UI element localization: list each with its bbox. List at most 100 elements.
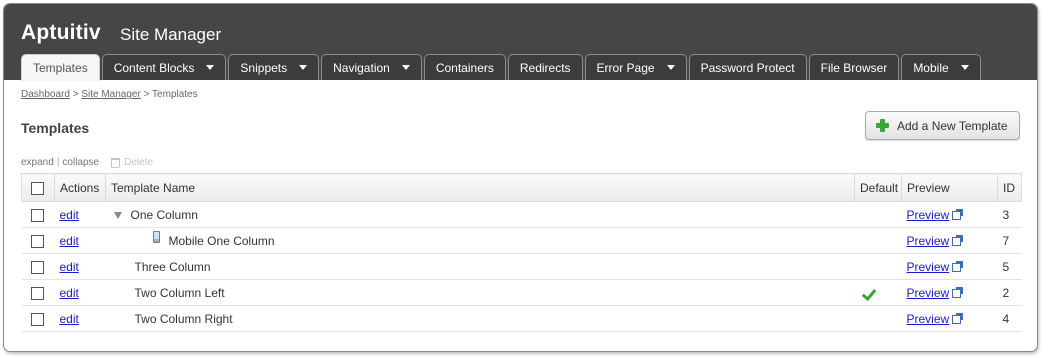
row-id-cell: 7 [997,227,1022,254]
page-title: Templates [21,120,90,136]
row-name-cell: Three Column [105,253,855,280]
column-header-preview: Preview [901,173,998,202]
row-actions-cell: edit [54,279,106,306]
row-default-cell [854,279,902,306]
row-actions-cell: edit [54,201,106,228]
tab-error-page[interactable]: Error Page [584,54,687,80]
caret-down-icon[interactable] [960,65,969,70]
tab-content-blocks[interactable]: Content Blocks [101,54,227,80]
edit-link[interactable]: edit [60,260,79,274]
column-header-id: ID [997,173,1022,202]
external-link-icon[interactable] [952,234,964,246]
row-id-cell: 3 [997,201,1022,228]
row-checkbox[interactable] [30,260,44,274]
caret-down-icon[interactable] [666,65,675,70]
templates-table: Actions Template Name Default Preview ID… [21,173,1022,332]
add-template-button[interactable]: Add a New Template [865,111,1020,140]
tab-navigation[interactable]: Navigation [321,54,422,80]
tab-mobile[interactable]: Mobile [901,54,981,80]
external-link-icon[interactable] [952,208,964,220]
tab-label: Error Page [596,60,655,75]
breadcrumb-current: Templates [152,89,198,100]
row-preview-cell: Preview [901,227,998,254]
row-default-cell [854,253,902,280]
row-select-cell [21,227,55,254]
external-link-icon[interactable] [952,286,964,298]
caret-down-icon[interactable] [299,65,308,70]
tab-label: Snippets [240,60,288,75]
tree-toolbar: expand | collapse Delete [21,157,153,168]
table-row: edit Three Column Preview 5 [21,253,1022,280]
tab-label: Password Protect [700,60,795,75]
row-checkbox[interactable] [30,234,44,248]
expand-link[interactable]: expand [21,157,54,168]
tab-label: Navigation [333,60,390,75]
external-link-icon[interactable] [952,260,964,272]
preview-link[interactable]: Preview [907,286,950,300]
column-header-template-name[interactable]: Template Name [105,173,855,202]
template-name: Three Column [134,259,211,274]
tab-label: File Browser [820,60,888,75]
template-name: Two Column Left [134,285,225,300]
edit-link[interactable]: edit [60,312,79,326]
tab-label: Content Blocks [113,60,195,75]
row-checkbox[interactable] [30,208,44,222]
caret-down-icon[interactable] [401,65,410,70]
preview-link[interactable]: Preview [907,234,950,248]
row-select-cell [21,305,55,332]
edit-link[interactable]: edit [60,234,79,248]
template-name: One Column [130,207,198,222]
app-window: Aptuitiv Site Manager Templates Content B… [3,3,1038,352]
tab-bar: Templates Content Blocks Snippets Navigatio… [21,54,983,81]
tab-file-browser[interactable]: File Browser [808,54,900,80]
caret-down-icon[interactable] [206,65,215,70]
row-name-cell: Two Column Left [105,279,855,306]
header-bar: Aptuitiv Site Manager Templates Content B… [4,4,1037,81]
triangle-down-icon[interactable] [113,211,122,219]
row-select-cell [21,279,55,306]
row-preview-cell: Preview [901,253,998,280]
preview-link[interactable]: Preview [907,312,950,326]
table-row: edit Two Column Left Preview 2 [21,279,1022,306]
select-all-checkbox[interactable] [31,181,44,195]
row-preview-cell: Preview [901,201,998,228]
tab-password-protect[interactable]: Password Protect [688,54,807,80]
row-actions-cell: edit [54,305,106,332]
breadcrumb-site-manager[interactable]: Site Manager [81,89,140,100]
breadcrumb-dashboard[interactable]: Dashboard [21,89,70,100]
breadcrumb: Dashboard > Site Manager > Templates [21,89,198,100]
template-name: Mobile One Column [168,233,275,248]
tab-templates[interactable]: Templates [21,54,100,81]
row-preview-cell: Preview [901,279,998,306]
tab-label: Templates [33,61,88,75]
row-select-cell [21,201,55,228]
row-checkbox[interactable] [30,286,44,300]
app-title: Site Manager [120,25,222,44]
preview-link[interactable]: Preview [907,208,950,222]
edit-link[interactable]: edit [60,286,79,300]
tab-containers[interactable]: Containers [423,54,506,80]
row-default-cell [854,227,902,254]
phone-icon [152,231,160,243]
delete-button[interactable]: Delete [111,157,153,168]
tab-label: Redirects [519,60,571,75]
toolbar-divider: | [56,157,60,168]
delete-label: Delete [124,157,154,168]
row-preview-cell: Preview [901,305,998,332]
tab-snippets[interactable]: Snippets [228,54,320,80]
table-row: edit Mobile One Column Preview 7 [21,227,1022,254]
checkmark-icon [864,287,878,299]
row-name-cell: One Column [105,201,855,228]
column-header-actions: Actions [54,173,106,202]
template-name: Two Column Right [134,311,233,326]
edit-link[interactable]: edit [60,208,79,222]
collapse-link[interactable]: collapse [62,157,99,168]
tab-redirects[interactable]: Redirects [507,54,583,80]
row-checkbox[interactable] [30,312,44,326]
brand-logo[interactable]: Aptuitiv [21,21,101,45]
external-link-icon[interactable] [952,312,964,324]
row-actions-cell: edit [54,253,106,280]
table-row: edit Two Column Right Preview 4 [21,305,1022,332]
preview-link[interactable]: Preview [907,260,950,274]
tab-label: Mobile [913,60,949,75]
